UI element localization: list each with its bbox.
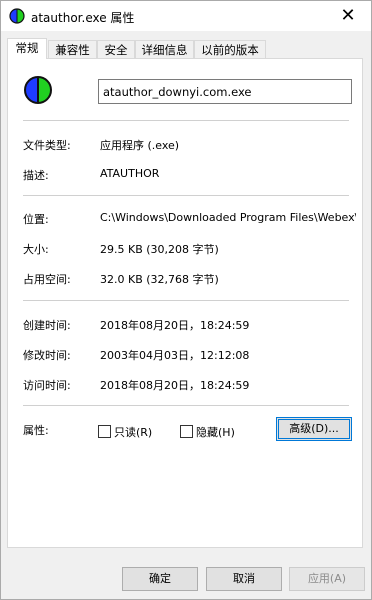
description-label: 描述:: [23, 169, 49, 182]
location-value: C:\Windows\Downloaded Program Files\Webe…: [100, 211, 356, 224]
tab-previous-versions[interactable]: 以前的版本: [194, 40, 266, 58]
tab-security[interactable]: 安全: [97, 40, 135, 58]
hidden-label[interactable]: 隐藏(H): [196, 424, 235, 440]
apply-button[interactable]: 应用(A): [289, 567, 365, 591]
size-label: 大小:: [23, 243, 49, 256]
tab-strip: 常规 兼容性 安全 详细信息 以前的版本: [7, 38, 369, 59]
tab-details[interactable]: 详细信息: [135, 40, 194, 58]
readonly-checkbox[interactable]: [98, 425, 111, 438]
app-icon: [9, 8, 25, 24]
size-on-disk-label: 占用空间:: [23, 273, 71, 286]
tab-compatibility[interactable]: 兼容性: [48, 40, 97, 58]
file-type-label: 文件类型:: [23, 139, 71, 152]
properties-dialog: atauthor.exe 属性 ✕ 常规 兼容性 安全 详细信息 以前的版本 文…: [0, 0, 372, 600]
file-icon: [24, 76, 52, 104]
size-on-disk-value: 32.0 KB (32,768 字节): [100, 273, 219, 286]
title-bar[interactable]: atauthor.exe 属性 ✕: [1, 1, 371, 31]
advanced-button[interactable]: 高级(D)...: [276, 417, 352, 441]
accessed-label: 访问时间:: [23, 379, 71, 392]
cancel-button[interactable]: 取消: [206, 567, 282, 591]
modified-label: 修改时间:: [23, 349, 71, 362]
file-type-value: 应用程序 (.exe): [100, 139, 180, 152]
readonly-label[interactable]: 只读(R): [114, 424, 152, 440]
file-name-input[interactable]: [98, 79, 352, 104]
created-label: 创建时间:: [23, 319, 71, 332]
separator: [23, 195, 349, 196]
accessed-value: 2018年08月20日，18:24:59: [100, 379, 250, 392]
window-title: atauthor.exe 属性: [31, 11, 135, 25]
separator: [23, 405, 349, 406]
separator: [23, 300, 349, 301]
size-value: 29.5 KB (30,208 字节): [100, 243, 219, 256]
hidden-checkbox[interactable]: [180, 425, 193, 438]
location-label: 位置:: [23, 213, 49, 226]
modified-value: 2003年04月03日，12:12:08: [100, 349, 250, 362]
created-value: 2018年08月20日，18:24:59: [100, 319, 250, 332]
general-panel: 文件类型: 应用程序 (.exe) 描述: ATAUTHOR 位置: C:\Wi…: [7, 58, 363, 548]
ok-button[interactable]: 确定: [122, 567, 198, 591]
description-value: ATAUTHOR: [100, 167, 160, 180]
attributes-label: 属性:: [23, 424, 49, 437]
separator: [23, 120, 349, 121]
tab-general[interactable]: 常规: [7, 38, 47, 59]
close-icon[interactable]: ✕: [325, 1, 371, 31]
